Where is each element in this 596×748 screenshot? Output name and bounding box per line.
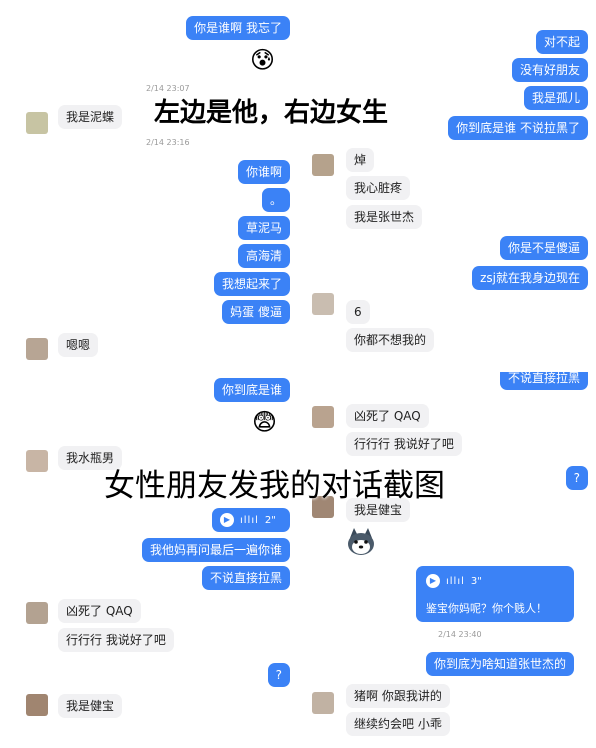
- avatar: [26, 450, 48, 472]
- message-bubble: 凶死了 QAQ: [346, 404, 429, 428]
- chat-panel-top-left: 你是谁啊 我忘了 😰 2/14 23:07 我是泥蝶 2/14 23:16 你谁…: [0, 0, 298, 368]
- timestamp: 2/14 23:40: [438, 630, 482, 639]
- avatar: [26, 602, 48, 624]
- waveform-icon: ıllıl: [446, 575, 465, 587]
- message-bubble: 对不起: [535, 30, 588, 54]
- play-icon: ▶: [426, 574, 440, 588]
- message-bubble: 不说直接拉黑: [201, 566, 290, 590]
- message-bubble: 我是健宝: [58, 694, 123, 718]
- voice-duration: 3": [470, 575, 482, 587]
- message-bubble: 。: [261, 188, 290, 212]
- message-bubble: 我他妈再问最后一遍你谁: [141, 538, 290, 562]
- message-bubble: 行行行 我说好了吧: [346, 432, 462, 456]
- message-bubble: 我是张世杰: [346, 205, 423, 229]
- message-bubble: 猪啊 你跟我讲的: [346, 684, 450, 708]
- voice-message[interactable]: ▶ ıllıl 2": [212, 508, 290, 532]
- message-bubble: 你到底是谁 不说拉黑了: [448, 116, 588, 140]
- avatar: [312, 406, 334, 428]
- message-bubble: 没有好朋友: [511, 58, 588, 82]
- message-bubble: 嗯嗯: [58, 333, 99, 357]
- message-bubble: ?: [565, 466, 588, 490]
- chat-panel-bottom-left: 你到底是谁 😨 我水瓶男 ▶ ıllıl 2" 我他妈再问最后一遍你谁 不说直接拉黑…: [0, 372, 298, 748]
- husky-sticker-icon: [348, 528, 374, 555]
- voice-transcript: 鉴宝你妈呢？你个贱人！: [426, 602, 547, 615]
- message-bubble: 我是泥蝶: [58, 105, 123, 129]
- message-bubble: 高海清: [237, 244, 290, 268]
- message-bubble: 我心脏疼: [346, 176, 411, 200]
- message-bubble: 我是孤儿: [523, 86, 588, 110]
- waveform-icon: ıllıl: [240, 514, 259, 526]
- avatar: [26, 338, 48, 360]
- avatar: [312, 154, 334, 176]
- message-bubble: 继续约会吧 小乖: [346, 712, 450, 736]
- message-bubble: 行行行 我说好了吧: [58, 628, 174, 652]
- message-bubble: 你是不是傻逼: [499, 236, 588, 260]
- message-bubble: 你到底为啥知道张世杰的: [425, 652, 574, 676]
- caption-middle: 女性朋友发我的对话截图: [104, 468, 445, 504]
- message-bubble: 你到底是谁: [213, 378, 290, 402]
- message-bubble: 不说直接拉黑: [499, 372, 588, 390]
- message-bubble: 妈蛋 傻逼: [222, 300, 290, 324]
- message-bubble: ?: [267, 663, 290, 687]
- avatar: [26, 112, 48, 134]
- message-bubble: zsj就在我身边现在: [472, 266, 588, 290]
- timestamp: 2/14 23:16: [146, 138, 190, 147]
- chat-panel-bottom-right: 不说直接拉黑 凶死了 QAQ 行行行 我说好了吧 ? 我是健宝 ▶ ıllıl 3"…: [298, 372, 596, 748]
- message-bubble: 6: [346, 300, 370, 324]
- chat-panel-top-right: 对不起 没有好朋友 我是孤儿 你到底是谁 不说拉黑了 焯 我心脏疼 我是张世杰 …: [298, 0, 596, 368]
- avatar: [312, 692, 334, 714]
- play-icon: ▶: [220, 513, 234, 527]
- message-bubble: 你都不想我的: [346, 328, 435, 352]
- crying-emoji-icon: 😰: [250, 46, 276, 74]
- avatar: [312, 293, 334, 315]
- message-bubble: 草泥马: [237, 216, 290, 240]
- voice-message[interactable]: ▶ ıllıl 3" 鉴宝你妈呢？你个贱人！: [416, 566, 574, 622]
- caption-top: 左边是他，右边女生: [154, 98, 389, 128]
- message-bubble: 你谁啊: [237, 160, 290, 184]
- message-bubble: 焯: [346, 148, 375, 172]
- message-bubble: 你是谁啊 我忘了: [186, 16, 290, 40]
- anxious-emoji-icon: 😨: [252, 408, 278, 436]
- message-bubble: 我想起来了: [213, 272, 290, 296]
- voice-duration: 2": [264, 514, 276, 526]
- avatar: [26, 694, 48, 716]
- message-bubble: 凶死了 QAQ: [58, 599, 141, 623]
